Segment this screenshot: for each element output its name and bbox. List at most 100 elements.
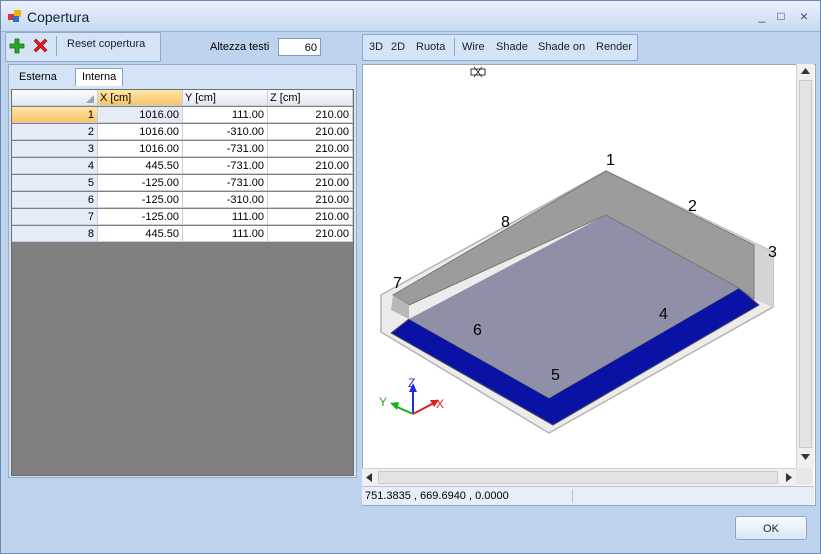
row-header-cell[interactable]: 8 xyxy=(12,226,98,242)
row-header-cell[interactable]: 2 xyxy=(12,124,98,140)
delete-icon[interactable] xyxy=(32,37,49,54)
altezza-testi-label: Altezza testi xyxy=(210,41,270,53)
row-header-cell[interactable]: 1 xyxy=(12,107,98,123)
table-row[interactable]: 6 -125.00 -310.00 210.00 xyxy=(12,192,353,209)
table-cell[interactable]: 111.00 xyxy=(183,209,268,225)
table-row[interactable]: 8 445.50 111.00 210.00 xyxy=(12,226,353,243)
table-cell[interactable]: -125.00 xyxy=(98,175,183,191)
table-cell[interactable]: 210.00 xyxy=(268,175,353,191)
column-header-x[interactable]: X [cm] xyxy=(98,90,183,106)
row-header-cell[interactable]: 4 xyxy=(12,158,98,174)
scroll-corner xyxy=(796,468,813,485)
table-cell[interactable]: -731.00 xyxy=(183,141,268,157)
table-cell[interactable]: -731.00 xyxy=(183,175,268,191)
tab-interna[interactable]: Interna xyxy=(75,68,124,86)
table-cell[interactable]: 1016.00 xyxy=(98,124,183,140)
altezza-testi-input[interactable]: 60 xyxy=(278,38,321,56)
table-cell[interactable]: -310.00 xyxy=(183,192,268,208)
vertex-label: 7 xyxy=(393,275,402,292)
table-cell[interactable]: 445.50 xyxy=(98,226,183,242)
axis-z-label: Z xyxy=(408,376,415,390)
vertex-label: 2 xyxy=(688,198,697,215)
scroll-up-icon[interactable] xyxy=(801,68,810,74)
table-cell[interactable]: 210.00 xyxy=(268,192,353,208)
row-header-cell[interactable]: 3 xyxy=(12,141,98,157)
status-separator xyxy=(572,489,573,503)
axis-triad: Z Y X xyxy=(379,376,444,415)
shade-button[interactable]: Shade xyxy=(496,34,528,60)
title-bar: Copertura _ □ × xyxy=(1,1,820,32)
table-cell[interactable]: 111.00 xyxy=(183,107,268,123)
table-cell[interactable]: 445.50 xyxy=(98,158,183,174)
table-row[interactable]: 7 -125.00 111.00 210.00 xyxy=(12,209,353,226)
wire-button[interactable]: Wire xyxy=(462,34,485,60)
table-cell[interactable]: -731.00 xyxy=(183,158,268,174)
view-cursor-icon xyxy=(470,66,486,78)
vertex-label: 6 xyxy=(473,322,482,339)
row-header-cell[interactable]: 7 xyxy=(12,209,98,225)
toolbar-separator xyxy=(454,38,455,56)
table-row[interactable]: 5 -125.00 -731.00 210.00 xyxy=(12,175,353,192)
table-cell[interactable]: -310.00 xyxy=(183,124,268,140)
ruota-button[interactable]: Ruota xyxy=(416,34,445,60)
table-cell[interactable]: -125.00 xyxy=(98,192,183,208)
table-cell[interactable]: 1016.00 xyxy=(98,107,183,123)
coordinate-readout: 751.3835 , 669.6940 , 0.0000 xyxy=(365,490,509,502)
table-cell[interactable]: -125.00 xyxy=(98,209,183,225)
view-3d-button[interactable]: 3D xyxy=(369,34,383,60)
roof-3d-canvas[interactable]: 1 2 3 4 5 6 7 8 Z Y X xyxy=(363,65,797,469)
column-header-y[interactable]: Y [cm] xyxy=(183,90,268,106)
axis-x-label: X xyxy=(436,397,444,411)
table-row[interactable]: 2 1016.00 -310.00 210.00 xyxy=(12,124,353,141)
render-button[interactable]: Render xyxy=(596,34,632,60)
vertex-panel: Esterna Interna X [cm] Y [cm] Z [cm] 1 10… xyxy=(8,64,357,478)
table-cell[interactable]: 210.00 xyxy=(268,107,353,123)
window: Copertura _ □ × Reset copertura Altezza … xyxy=(0,0,821,554)
table-cell[interactable]: 1016.00 xyxy=(98,141,183,157)
vertex-label: 1 xyxy=(606,152,615,169)
axis-y-label: Y xyxy=(379,395,387,409)
maximize-button[interactable]: □ xyxy=(772,8,790,24)
scroll-thumb-horizontal[interactable] xyxy=(378,471,778,484)
vertex-label: 3 xyxy=(768,244,777,261)
table-cell[interactable]: 210.00 xyxy=(268,226,353,242)
column-header-z[interactable]: Z [cm] xyxy=(268,90,353,106)
horizontal-scrollbar[interactable] xyxy=(362,468,796,486)
tab-esterna[interactable]: Esterna xyxy=(13,69,63,86)
add-icon[interactable] xyxy=(9,38,25,54)
scroll-thumb-vertical[interactable] xyxy=(799,80,812,448)
table-cell[interactable]: 210.00 xyxy=(268,141,353,157)
left-toolbar: Reset copertura xyxy=(5,32,161,62)
minimize-button[interactable]: _ xyxy=(753,8,771,24)
window-title: Copertura xyxy=(27,9,90,25)
scroll-left-icon[interactable] xyxy=(366,473,372,482)
vertical-scrollbar[interactable] xyxy=(796,64,814,468)
table-row[interactable]: 3 1016.00 -731.00 210.00 xyxy=(12,141,353,158)
table-cell[interactable]: 210.00 xyxy=(268,209,353,225)
row-header-cell[interactable]: 5 xyxy=(12,175,98,191)
scroll-down-icon[interactable] xyxy=(801,454,810,460)
vertex-label: 5 xyxy=(551,367,560,384)
row-header-cell[interactable]: 6 xyxy=(12,192,98,208)
select-all-icon xyxy=(86,95,94,103)
vertex-table: X [cm] Y [cm] Z [cm] 1 1016.00 111.00 210.0… xyxy=(11,89,354,476)
status-bar: 751.3835 , 669.6940 , 0.0000 xyxy=(362,486,814,505)
view-2d-button[interactable]: 2D xyxy=(391,34,405,60)
scroll-right-icon[interactable] xyxy=(786,473,792,482)
table-cell[interactable]: 111.00 xyxy=(183,226,268,242)
table-header: X [cm] Y [cm] Z [cm] xyxy=(12,90,353,107)
table-row[interactable]: 1 1016.00 111.00 210.00 xyxy=(12,107,353,124)
table-row[interactable]: 4 445.50 -731.00 210.00 xyxy=(12,158,353,175)
vertex-label: 4 xyxy=(659,306,668,323)
close-button[interactable]: × xyxy=(795,8,813,24)
shade-on-button[interactable]: Shade on xyxy=(538,34,585,60)
reset-copertura-button[interactable]: Reset copertura xyxy=(67,31,145,57)
table-cell[interactable]: 210.00 xyxy=(268,158,353,174)
app-icon xyxy=(8,10,21,22)
corner-header-cell[interactable] xyxy=(12,90,98,106)
ok-button[interactable]: OK xyxy=(735,516,807,540)
3d-view[interactable]: 1 2 3 4 5 6 7 8 Z Y X xyxy=(362,64,816,506)
vertex-label: 8 xyxy=(501,214,510,231)
table-cell[interactable]: 210.00 xyxy=(268,124,353,140)
view-toolbar: 3D 2D Ruota Wire Shade Shade on Render xyxy=(362,34,638,61)
